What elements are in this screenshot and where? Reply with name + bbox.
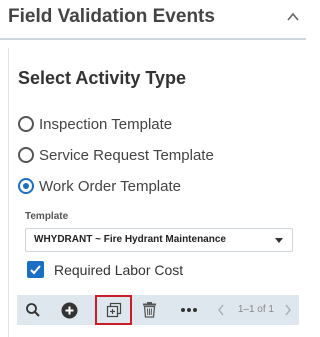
chevron-up-icon[interactable] <box>286 10 300 24</box>
more-button[interactable] <box>173 295 205 325</box>
next-page-button[interactable] <box>277 295 299 325</box>
search-icon <box>26 303 40 317</box>
template-label: Template <box>25 211 69 222</box>
radio-button[interactable] <box>18 116 34 132</box>
chevron-left-icon <box>218 304 224 316</box>
radio-label: Work Order Template <box>39 177 181 195</box>
template-select-value: WHYDRANT ~ Fire Hydrant Maintenance <box>34 234 226 245</box>
checkmark-icon <box>30 265 41 275</box>
required-labor-cost-label: Required Labor Cost <box>54 261 184 278</box>
required-labor-cost-checkbox[interactable] <box>27 261 44 278</box>
dropdown-arrow-icon[interactable] <box>275 238 283 243</box>
chevron-right-icon <box>285 304 291 316</box>
search-button[interactable] <box>17 295 49 325</box>
activity-panel: Select Activity Type Inspection Template… <box>8 48 305 337</box>
grid-toolbar: 1–1 of 1 <box>17 295 299 325</box>
radio-button-selected[interactable] <box>18 178 34 194</box>
panel-header: Field Validation Events <box>0 0 306 40</box>
radio-service-request-template[interactable]: Service Request Template <box>18 144 214 166</box>
add-button[interactable] <box>53 295 85 325</box>
delete-button[interactable] <box>133 295 165 325</box>
radio-label: Inspection Template <box>39 115 173 133</box>
template-select[interactable]: WHYDRANT ~ Fire Hydrant Maintenance <box>25 228 293 252</box>
radio-button[interactable] <box>18 147 34 163</box>
more-icon <box>181 308 197 312</box>
delete-icon <box>142 302 156 318</box>
add-icon <box>61 302 77 318</box>
required-labor-cost-row[interactable]: Required Labor Cost <box>27 261 183 278</box>
radio-label: Service Request Template <box>39 146 214 164</box>
radio-work-order-template[interactable]: Work Order Template <box>18 175 181 197</box>
pager-text: 1–1 of 1 <box>237 304 274 315</box>
radio-inspection-template[interactable]: Inspection Template <box>18 113 172 135</box>
section-title: Select Activity Type <box>18 68 187 88</box>
page-title: Field Validation Events <box>8 6 215 27</box>
prev-page-button[interactable] <box>209 295 233 325</box>
copy-icon <box>106 302 121 318</box>
copy-button[interactable] <box>95 295 132 325</box>
